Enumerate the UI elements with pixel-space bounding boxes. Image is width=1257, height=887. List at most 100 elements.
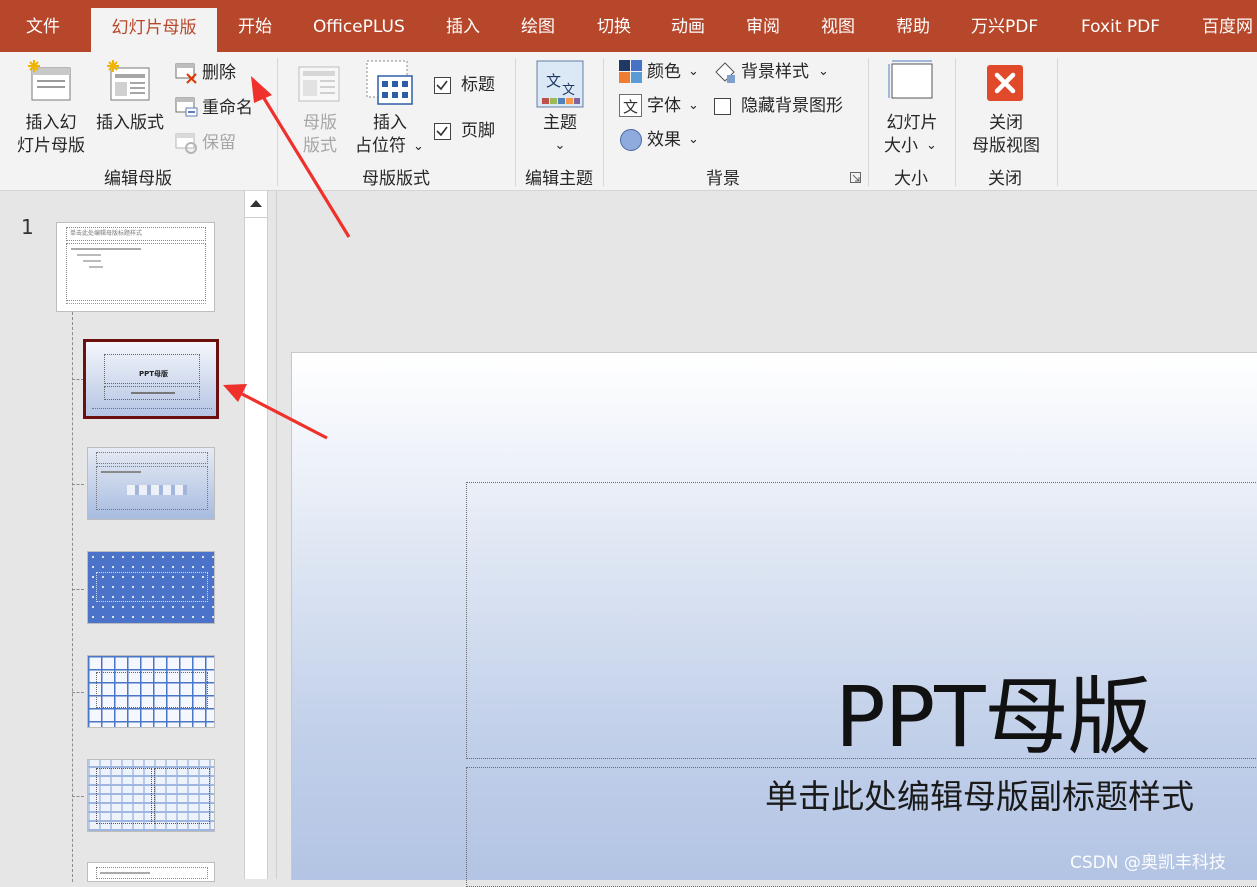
tab-draw[interactable]: 绘图 (521, 0, 555, 52)
scroll-up-button[interactable] (245, 191, 267, 218)
insert-slide-master-label-1: 插入幻 (25, 113, 77, 133)
slide-subtitle[interactable]: 单击此处编辑母版副标题样式 (765, 770, 1194, 818)
close-master-view-label-2: 母版视图 (972, 136, 1040, 156)
ribbon: 插入幻 灯片母版 插入版式 删除 重命名 保留 编辑母版 母版 版式 插入 占位… (0, 52, 1257, 191)
pane-splitter[interactable] (268, 191, 277, 879)
tab-wondershare-pdf[interactable]: 万兴PDF (971, 0, 1038, 52)
close-icon (987, 65, 1023, 101)
title-checkbox-label: 标题 (461, 75, 495, 95)
delete-icon (175, 63, 197, 84)
tab-foxit-pdf[interactable]: Foxit PDF (1081, 0, 1160, 52)
background-styles-icon (715, 62, 735, 83)
svg-text:文: 文 (562, 83, 575, 98)
thumb-title-text: PPT母版 (139, 370, 169, 378)
insert-layout-icon (107, 60, 150, 101)
ribbon-tab-bar: 文件 幻灯片母版 开始 OfficePLUS 插入 绘图 切换 动画 审阅 视图… (0, 0, 1257, 52)
thumb-footer-placeholder (66, 303, 206, 311)
fonts-icon: 文 (619, 94, 642, 117)
thumbnail-tree-branch (72, 484, 84, 485)
group-label-background: 背景 (706, 169, 740, 189)
group-label-edit-theme: 编辑主题 (525, 169, 593, 189)
footer-checkbox-box (434, 123, 451, 140)
group-label-size: 大小 (894, 169, 928, 189)
fonts-dropdown-icon: ⌄ (688, 98, 699, 113)
tab-baidu-netdisk[interactable]: 百度网 (1202, 0, 1253, 52)
layout-thumbnail[interactable] (87, 759, 215, 832)
thumbnail-tree-branch (72, 589, 84, 590)
group-label-edit-master: 编辑母版 (104, 169, 172, 189)
check-icon (436, 80, 448, 91)
group-separator (955, 58, 956, 186)
layout-thumbnail[interactable] (87, 862, 215, 882)
close-master-view-label-1: 关闭 (989, 113, 1023, 133)
effects-label: 效果 (647, 130, 681, 150)
tab-insert[interactable]: 插入 (446, 0, 480, 52)
group-separator (1057, 58, 1058, 186)
thumb-title-placeholder: PPT母版 (104, 354, 200, 384)
slide-title[interactable]: PPT母版 (835, 650, 1152, 771)
delete-label: 删除 (202, 63, 236, 83)
tab-home[interactable]: 开始 (238, 0, 272, 52)
title-checkbox-box (434, 77, 451, 94)
tab-review[interactable]: 审阅 (746, 0, 780, 52)
watermark: CSDN @奥凯丰科技 (1070, 853, 1226, 873)
svg-text:文: 文 (623, 98, 638, 116)
slide-master-thumbnail[interactable]: 单击此处编辑母版标题样式 (56, 222, 215, 312)
insert-placeholder-label-2: 占位符 (355, 136, 406, 156)
slide-size-label-2: 大小 (884, 136, 918, 156)
layout-thumbnail-selected[interactable]: PPT母版 (83, 339, 219, 419)
effects-dropdown-icon: ⌄ (688, 132, 699, 147)
colors-label: 颜色 (647, 62, 681, 82)
svg-text:文: 文 (546, 72, 561, 90)
master-layout-label-1: 母版 (303, 113, 337, 133)
hide-background-graphics-box (714, 98, 731, 115)
insert-placeholder-dropdown-icon: ⌄ (413, 139, 424, 154)
background-styles-dropdown-icon: ⌄ (818, 64, 829, 79)
rename-icon (175, 97, 198, 117)
effects-icon (620, 129, 642, 151)
slide-size-icon (888, 60, 933, 99)
check-icon (436, 126, 448, 137)
master-layout-label-2: 版式 (303, 136, 337, 156)
preserve-label: 保留 (202, 133, 236, 153)
tab-help[interactable]: 帮助 (896, 0, 930, 52)
thumb-body-placeholder (66, 243, 206, 301)
background-styles-label: 背景样式 (741, 62, 809, 82)
tab-slide-master[interactable]: 幻灯片母版 (91, 8, 217, 52)
insert-placeholder-icon (366, 60, 413, 105)
fonts-label: 字体 (647, 96, 681, 116)
group-label-master-layout: 母版版式 (362, 169, 430, 189)
group-separator (515, 58, 516, 186)
layout-thumbnail[interactable] (87, 655, 215, 728)
slide-size-dropdown-icon: ⌄ (926, 138, 937, 153)
insert-slide-master-label-2: 灯片母版 (17, 136, 85, 156)
group-label-close: 关闭 (988, 169, 1022, 189)
tab-file[interactable]: 文件 (26, 0, 60, 52)
thumbnail-tree-branch (72, 796, 84, 797)
tab-animations[interactable]: 动画 (671, 0, 705, 52)
themes-label: 主题 (543, 113, 577, 133)
thumb-footer-placeholder (92, 408, 212, 410)
group-separator (277, 58, 278, 186)
thumbnail-scrollbar[interactable] (244, 191, 268, 879)
footer-checkbox-label: 页脚 (461, 121, 495, 141)
chevron-up-icon (250, 200, 262, 207)
thumb-subtitle-placeholder (104, 386, 200, 400)
dialog-launcher-icon[interactable] (850, 172, 862, 184)
insert-placeholder-label-1: 插入 (373, 113, 407, 133)
layout-thumbnail[interactable] (87, 551, 215, 624)
themes-dropdown-icon: ⌄ (554, 138, 566, 153)
thumb-title-text: 单击此处编辑母版标题样式 (70, 230, 143, 237)
group-separator (868, 58, 869, 186)
tab-view[interactable]: 视图 (821, 0, 855, 52)
layout-thumbnail[interactable] (87, 447, 215, 520)
rename-label: 重命名 (202, 98, 253, 118)
insert-layout-label: 插入版式 (96, 113, 164, 133)
tab-officeplus[interactable]: OfficePLUS (313, 0, 405, 52)
group-separator (603, 58, 604, 186)
thumb-title-placeholder: 单击此处编辑母版标题样式 (66, 227, 206, 241)
preserve-icon (175, 133, 197, 154)
thumbnail-tree-branch (72, 692, 84, 693)
themes-icon: 文 文 (536, 60, 584, 108)
tab-transitions[interactable]: 切换 (597, 0, 631, 52)
